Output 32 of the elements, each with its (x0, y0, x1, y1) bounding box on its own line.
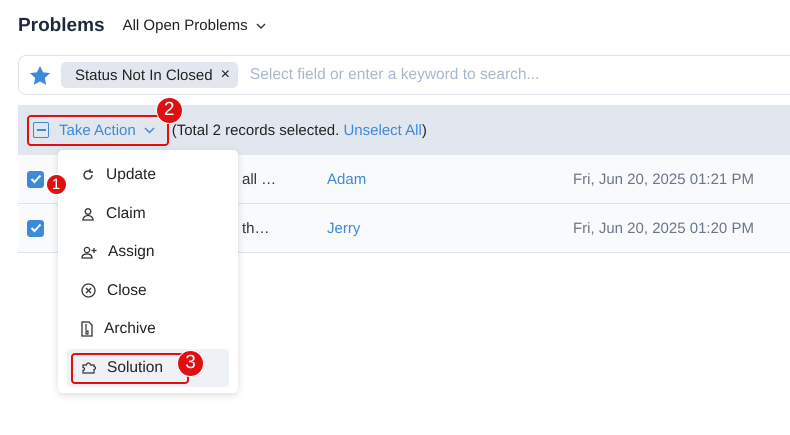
user-icon (81, 206, 95, 221)
view-dropdown[interactable]: All Open Problems (122, 13, 266, 38)
filter-chip: Status Not In Closed × (61, 62, 238, 88)
step-badge: 2 (156, 96, 183, 124)
search-input[interactable]: Select field or enter a keyword to search... (248, 65, 790, 85)
menu-item[interactable]: Claim (67, 194, 229, 233)
checkmark-icon (30, 223, 42, 233)
date-cell: Fri, Jun 20, 2025 01:21 PM (573, 170, 754, 188)
menu-item[interactable]: Close (67, 272, 229, 310)
close-circle-icon (81, 283, 96, 298)
page-title: Problems (18, 14, 105, 36)
refresh-icon (81, 168, 95, 182)
search-bar[interactable]: Status Not In Closed × Select field or enter a keyword to search... (18, 55, 790, 95)
add-user-icon (81, 245, 97, 260)
selection-summary: (Total 2 records selected. Unselect All) (172, 122, 427, 138)
step-badge: 1 (46, 174, 66, 194)
menu-item[interactable]: Assign (67, 233, 229, 272)
caret-icon (256, 22, 266, 28)
menu-item[interactable]: Update (67, 156, 229, 194)
date-cell: Fri, Jun 20, 2025 01:20 PM (573, 220, 754, 236)
zip-file-icon (81, 321, 93, 338)
row-checkbox[interactable] (27, 220, 44, 236)
caret-icon (144, 126, 155, 134)
checkmark-icon (30, 174, 42, 184)
puzzle-icon (81, 360, 96, 375)
select-all-checkbox[interactable] (33, 122, 49, 138)
menu-item[interactable]: Archive (67, 310, 229, 348)
star-icon[interactable] (29, 64, 51, 86)
remove-filter-button[interactable]: × (220, 66, 230, 84)
subject-cell: all … (242, 170, 276, 188)
row-checkbox[interactable] (27, 170, 44, 188)
subject-cell: th… (242, 220, 270, 236)
